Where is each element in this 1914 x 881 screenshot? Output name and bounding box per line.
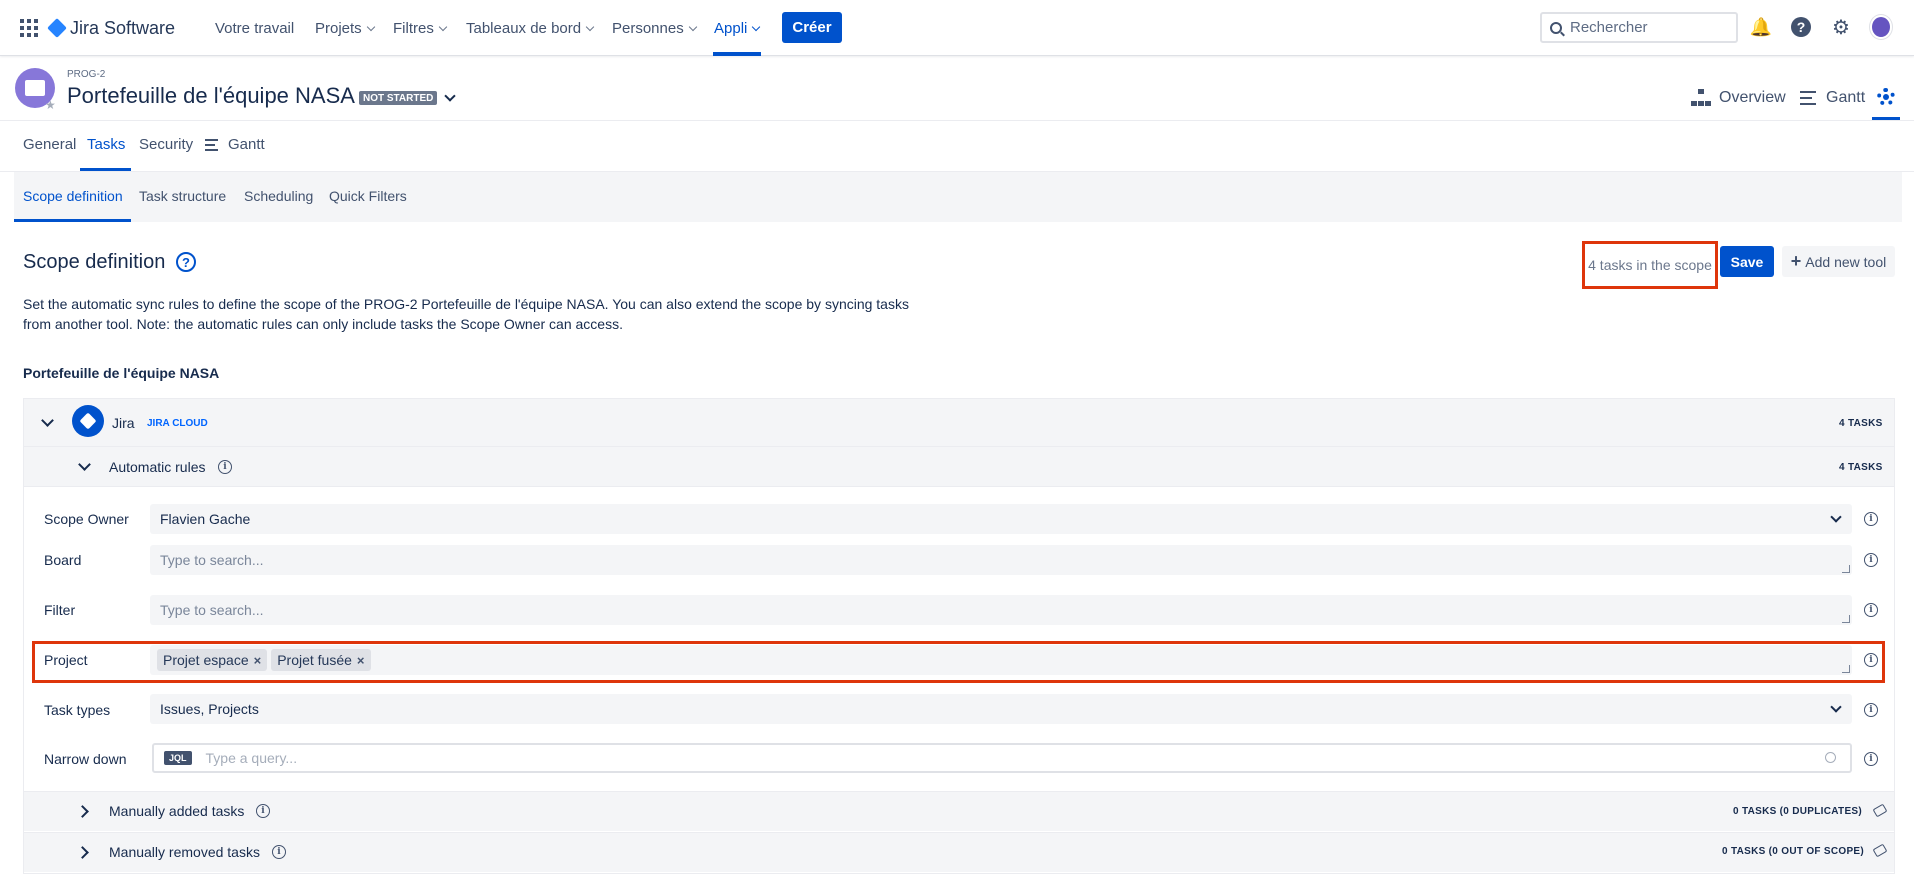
tool-task-count: 4 TASKS [1839, 418, 1883, 429]
project-settings-gear-icon[interactable] [1877, 88, 1895, 106]
chevron-down-icon [438, 22, 448, 31]
nav-personnes[interactable]: Personnes [612, 0, 697, 56]
jira-logo[interactable]: Jira Software [47, 16, 176, 40]
info-icon[interactable]: i [1864, 553, 1878, 567]
automatic-rules-label: Automatic rules [109, 459, 206, 475]
tab-security[interactable]: Security [139, 136, 193, 153]
divider [0, 120, 1914, 121]
chevron-down-icon [585, 22, 595, 31]
gantt-icon [205, 138, 218, 151]
tool-name: Jira [112, 415, 135, 431]
automatic-rules-row[interactable] [24, 447, 1894, 487]
subtab-scope-definition[interactable]: Scope definition [23, 188, 123, 204]
resize-handle-icon[interactable] [1842, 615, 1850, 623]
jql-query-input[interactable]: JQL Type a query... [152, 743, 1852, 773]
task-types-select[interactable]: Issues, Projects [150, 694, 1852, 724]
tab-gantt[interactable]: Gantt [205, 136, 265, 153]
manually-added-count: 0 TASKS (0 DUPLICATES) [1733, 806, 1863, 817]
plus-icon: + [1790, 251, 1802, 271]
chevron-down-icon [1830, 511, 1842, 523]
info-icon[interactable]: i [1864, 603, 1878, 617]
scope-owner-label: Scope Owner [44, 511, 129, 527]
subtab-task-structure[interactable]: Task structure [139, 188, 226, 204]
star-icon[interactable]: ★ [45, 98, 56, 112]
search-placeholder: Rechercher [1570, 19, 1648, 36]
gantt-link[interactable]: Gantt [1800, 88, 1865, 108]
scope-owner-select[interactable]: Flavien Gache [150, 504, 1852, 534]
task-types-label: Task types [44, 702, 111, 718]
project-title: Portefeuille de l'équipe NASA [67, 83, 355, 108]
subtab-scheduling[interactable]: Scheduling [244, 188, 313, 204]
hierarchy-icon [1691, 89, 1711, 107]
project-key[interactable]: PROG-2 [67, 69, 105, 80]
nav-tableaux-de-bord[interactable]: Tableaux de bord [466, 0, 595, 56]
tasks-in-scope-count: 4 tasks in the scope [1582, 241, 1718, 289]
info-icon[interactable]: i [256, 804, 270, 818]
info-icon[interactable]: i [1864, 752, 1878, 766]
chevron-down-icon [366, 22, 375, 31]
project-highlight-box [32, 641, 1885, 683]
create-button[interactable]: Créer [782, 12, 842, 43]
portfolio-heading: Portefeuille de l'équipe NASA [23, 365, 220, 381]
overview-label: Overview [1719, 89, 1786, 106]
jql-badge: JQL [164, 751, 192, 765]
manually-removed-count: 0 TASKS (0 OUT OF SCOPE) [1722, 846, 1865, 857]
user-avatar[interactable] [1870, 15, 1892, 39]
help-icon[interactable]: ? [176, 252, 196, 272]
active-subtab-indicator [14, 219, 131, 222]
info-icon[interactable]: i [1864, 512, 1878, 526]
top-navigation: Jira Software Votre travail Projets Filt… [0, 0, 1914, 56]
scope-description: Set the automatic sync rules to define t… [23, 296, 909, 332]
nav-filtres[interactable]: Filtres [393, 0, 448, 56]
filter-label: Filter [44, 602, 76, 618]
info-icon[interactable]: i [1864, 703, 1878, 717]
tab-general[interactable]: General [23, 136, 76, 153]
jira-tool-row[interactable] [24, 399, 1894, 447]
tool-type-lozenge: JIRA CLOUD [147, 418, 208, 429]
save-button[interactable]: Save [1720, 246, 1774, 277]
tab-tasks[interactable]: Tasks [87, 136, 125, 153]
resize-handle-icon[interactable] [1842, 565, 1850, 573]
notifications-icon[interactable]: 🔔 [1750, 16, 1772, 38]
manually-removed-row[interactable] [24, 832, 1894, 872]
chevron-down-icon [688, 22, 697, 31]
board-field[interactable]: Type to search... [150, 545, 1852, 575]
manually-removed-label: Manually removed tasks [109, 844, 260, 860]
box-icon [25, 80, 45, 96]
search-input[interactable]: Rechercher [1540, 12, 1738, 43]
add-new-tool-button[interactable]: + Add new tool [1782, 246, 1895, 277]
manually-added-row[interactable] [24, 791, 1894, 831]
filter-field[interactable]: Type to search... [150, 595, 1852, 625]
app-name: Jira Software [70, 17, 176, 38]
overview-link[interactable]: Overview [1691, 88, 1786, 108]
app-switcher-icon[interactable] [20, 19, 38, 37]
nav-votre-travail[interactable]: Votre travail [215, 0, 294, 56]
search-icon [1550, 21, 1562, 34]
chevron-down-icon [752, 22, 761, 31]
jira-diamond-icon [47, 18, 67, 38]
active-nav-indicator [713, 52, 761, 56]
search-icon [1825, 752, 1836, 763]
settings-icon[interactable]: ⚙ [1830, 16, 1852, 39]
info-icon[interactable]: i [272, 845, 286, 859]
nav-appli[interactable]: Appli [714, 0, 761, 56]
board-label: Board [44, 552, 82, 568]
status-badge: NOT STARTED [359, 91, 438, 105]
jira-tool-icon [72, 405, 104, 437]
gantt-label: Gantt [1826, 89, 1866, 106]
page-title: Scope definition [23, 251, 166, 273]
automatic-rules-count: 4 TASKS [1839, 462, 1883, 473]
subtab-quick-filters[interactable]: Quick Filters [329, 188, 407, 204]
chevron-down-icon[interactable] [444, 90, 456, 102]
chevron-down-icon [1830, 701, 1842, 713]
gantt-icon [1800, 91, 1816, 105]
info-icon[interactable]: i [218, 460, 232, 474]
narrow-down-label: Narrow down [44, 751, 127, 767]
nav-projets[interactable]: Projets [315, 0, 375, 56]
manually-added-label: Manually added tasks [109, 803, 245, 819]
help-icon[interactable]: ? [1790, 16, 1812, 38]
